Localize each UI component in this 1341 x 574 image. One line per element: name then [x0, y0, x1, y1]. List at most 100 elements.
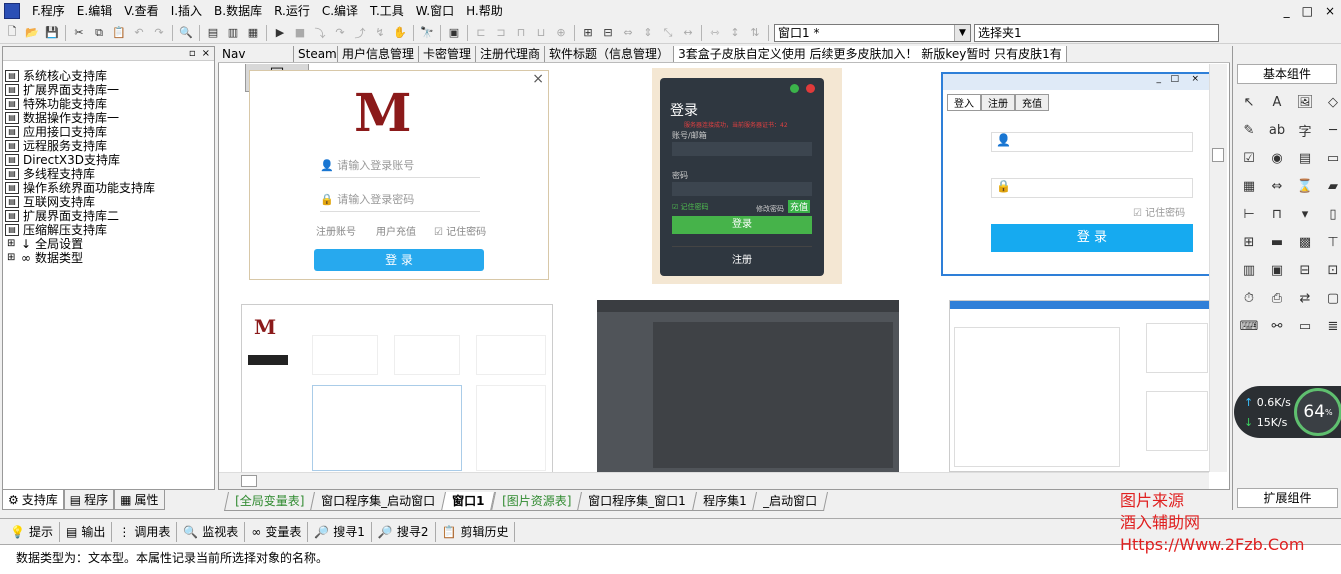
skin3-minimize-icon[interactable]: _	[1157, 74, 1162, 84]
tree-item[interactable]: ▤ 特殊功能支持库	[3, 97, 214, 111]
minimize-button[interactable]: _	[1284, 4, 1290, 18]
grid-icon[interactable]: ▦	[1237, 174, 1261, 198]
skin3-tab-login[interactable]: 登入	[947, 94, 981, 111]
skin2-recharge-button[interactable]: 充值	[788, 200, 811, 213]
run-to-cursor-icon[interactable]: ↯	[370, 24, 390, 42]
window-icon[interactable]: ▭	[1293, 314, 1317, 338]
listbox-icon[interactable]: ▤	[1293, 146, 1317, 170]
tab-register-agent[interactable]: 注册代理商	[476, 46, 546, 62]
find-icon[interactable]: 🔍	[176, 24, 196, 42]
menu-program[interactable]: F.程序	[26, 0, 71, 22]
skin2-account-input[interactable]	[672, 142, 812, 156]
skin2-red-dot-icon[interactable]	[806, 84, 815, 93]
pointer-icon[interactable]: ↖	[1237, 90, 1261, 114]
skin1-recharge-link[interactable]: 用户充值	[376, 223, 416, 238]
checkbox-icon[interactable]: ☑	[1237, 146, 1261, 170]
horizontal-scrollbar[interactable]	[219, 472, 1209, 489]
tab-call-stack[interactable]: ⋮ 调用表	[112, 521, 178, 542]
tree-item[interactable]: ▤ 系统核心支持库	[3, 69, 214, 83]
run-icon[interactable]: ▶	[270, 24, 290, 42]
hscroll-thumb[interactable]	[241, 475, 257, 487]
tab-card-key[interactable]: 卡密管理	[419, 46, 477, 62]
tab-output[interactable]: ▤ 输出	[60, 521, 113, 542]
calendar-icon[interactable]: ▣	[1265, 258, 1289, 282]
panel-close-icon[interactable]: ×	[202, 47, 210, 60]
same-height-icon[interactable]: ⇕	[638, 24, 658, 42]
step-into-icon[interactable]: ⤵	[310, 24, 330, 42]
open-file-icon[interactable]: 📂	[22, 24, 42, 42]
skin-preview-4[interactable]: M	[241, 304, 553, 472]
menu-window[interactable]: W.窗口	[410, 0, 460, 22]
pin-icon[interactable]: ▫	[189, 47, 196, 60]
skin2-modify-link[interactable]: 修改密码	[756, 204, 784, 214]
dropdown-icon[interactable]: ▾	[1293, 202, 1317, 226]
skin1-close-icon[interactable]: ×	[532, 71, 544, 87]
align-middle-icon[interactable]: ⊕	[551, 24, 571, 42]
tab-image-resources[interactable]: [图片资源表]	[490, 491, 583, 511]
menu-insert[interactable]: I.插入	[165, 0, 208, 22]
align-right-icon[interactable]: ⊓	[511, 24, 531, 42]
scroll-icon[interactable]: ⇔	[1265, 174, 1289, 198]
step-over-icon[interactable]: ↷	[330, 24, 350, 42]
vscroll-thumb[interactable]	[1212, 148, 1224, 162]
skin3-remember-checkbox[interactable]: ☑ 记住密码	[1133, 204, 1185, 219]
expand-icon[interactable]: ⊞	[7, 237, 17, 251]
same-size-icon[interactable]: ⤡	[658, 24, 678, 42]
tab-startup-assembly[interactable]: 窗口程序集_启动窗口	[310, 491, 447, 511]
tab-global-vars[interactable]: [全局变量表]	[223, 491, 316, 511]
tab-order-icon[interactable]: ⇅	[745, 24, 765, 42]
menu-compile[interactable]: C.编译	[316, 0, 364, 22]
cut-icon[interactable]: ✂	[69, 24, 89, 42]
tree-item[interactable]: ▤ 远程服务支持库	[3, 139, 214, 153]
layout-1-icon[interactable]: ▤	[203, 24, 223, 42]
tab-steam[interactable]: Steam	[294, 46, 338, 62]
skin2-register-button[interactable]: 注册	[672, 246, 812, 266]
tree-item[interactable]: ▤ DirectX3D支持库	[3, 153, 214, 167]
line-icon[interactable]: ─	[1321, 118, 1341, 142]
chevron-down-icon[interactable]: ▼	[954, 24, 970, 41]
same-width-icon[interactable]: ⇔	[618, 24, 638, 42]
link-icon[interactable]: ⚯	[1265, 314, 1289, 338]
skin1-pass-field[interactable]: 🔒 请输入登录密码	[320, 191, 480, 212]
cn-icon[interactable]: ab	[1265, 118, 1289, 142]
layout-2-icon[interactable]: ▥	[223, 24, 243, 42]
tab-startup-window[interactable]: _启动窗口	[752, 491, 829, 511]
tab-window1-assembly[interactable]: 窗口程序集_窗口1	[577, 491, 697, 511]
computer-icon[interactable]: ⌨	[1237, 314, 1261, 338]
frame-icon[interactable]: ▭	[1321, 146, 1341, 170]
clip-combo[interactable]: 选择夹1	[974, 23, 1219, 42]
binoculars-icon[interactable]: 🔭	[417, 24, 437, 42]
radio-icon[interactable]: ◉	[1265, 146, 1289, 170]
skin1-preview[interactable]: × M 👤 请输入登录账号 🔒 请输入登录密码 注册账号 用户充值 ☑ 记住密码…	[249, 70, 549, 280]
skin1-login-button[interactable]: 登 录	[314, 249, 484, 271]
skin2-green-dot-icon[interactable]	[790, 84, 799, 93]
skin3-preview[interactable]: _ □ × 登入 注册 充值 👤 🔒 ☑ 记住密码 登 录	[941, 72, 1209, 276]
button-icon[interactable]: ▬	[1265, 230, 1289, 254]
skin3-login-button[interactable]: 登 录	[991, 224, 1193, 252]
tab-variables[interactable]: ∞ 变量表	[245, 521, 309, 542]
edit-icon[interactable]: ✎	[1237, 118, 1261, 142]
expand-icon[interactable]: ⊞	[7, 251, 17, 265]
label-icon[interactable]: A	[1265, 90, 1289, 114]
table-icon[interactable]: ⊞	[1237, 230, 1261, 254]
space-h-icon[interactable]: ↔	[678, 24, 698, 42]
tab-watch[interactable]: 🔍 监视表	[177, 521, 246, 542]
tree-item[interactable]: ▤ 扩展界面支持库二	[3, 209, 214, 223]
tab-hint[interactable]: 💡 提示	[4, 521, 60, 542]
skin3-close-icon[interactable]: ×	[1191, 74, 1199, 84]
tree-item[interactable]: ▤ 数据操作支持库一	[3, 111, 214, 125]
skin-preview-5[interactable]	[597, 300, 899, 472]
tab-icon[interactable]: ⊓	[1265, 202, 1289, 226]
save-icon[interactable]: 💾	[42, 24, 62, 42]
align-left-icon[interactable]: ⊏	[471, 24, 491, 42]
tab-nav[interactable]: Nav	[218, 46, 294, 62]
tree-icon[interactable]: ⊤	[1321, 230, 1341, 254]
skin3-tab-recharge[interactable]: 充值	[1015, 94, 1049, 111]
menu-help[interactable]: H.帮助	[460, 0, 509, 22]
tree-item-global-settings[interactable]: ⊞ ↓ 全局设置	[3, 237, 214, 251]
window-combo[interactable]: 窗口1 * ▼	[774, 23, 971, 42]
tree-item[interactable]: ▤ 操作系统界面功能支持库	[3, 181, 214, 195]
printer-icon[interactable]: ⎙	[1265, 286, 1289, 310]
split-icon[interactable]: ⊟	[1293, 258, 1317, 282]
menu-edit[interactable]: E.编辑	[71, 0, 118, 22]
